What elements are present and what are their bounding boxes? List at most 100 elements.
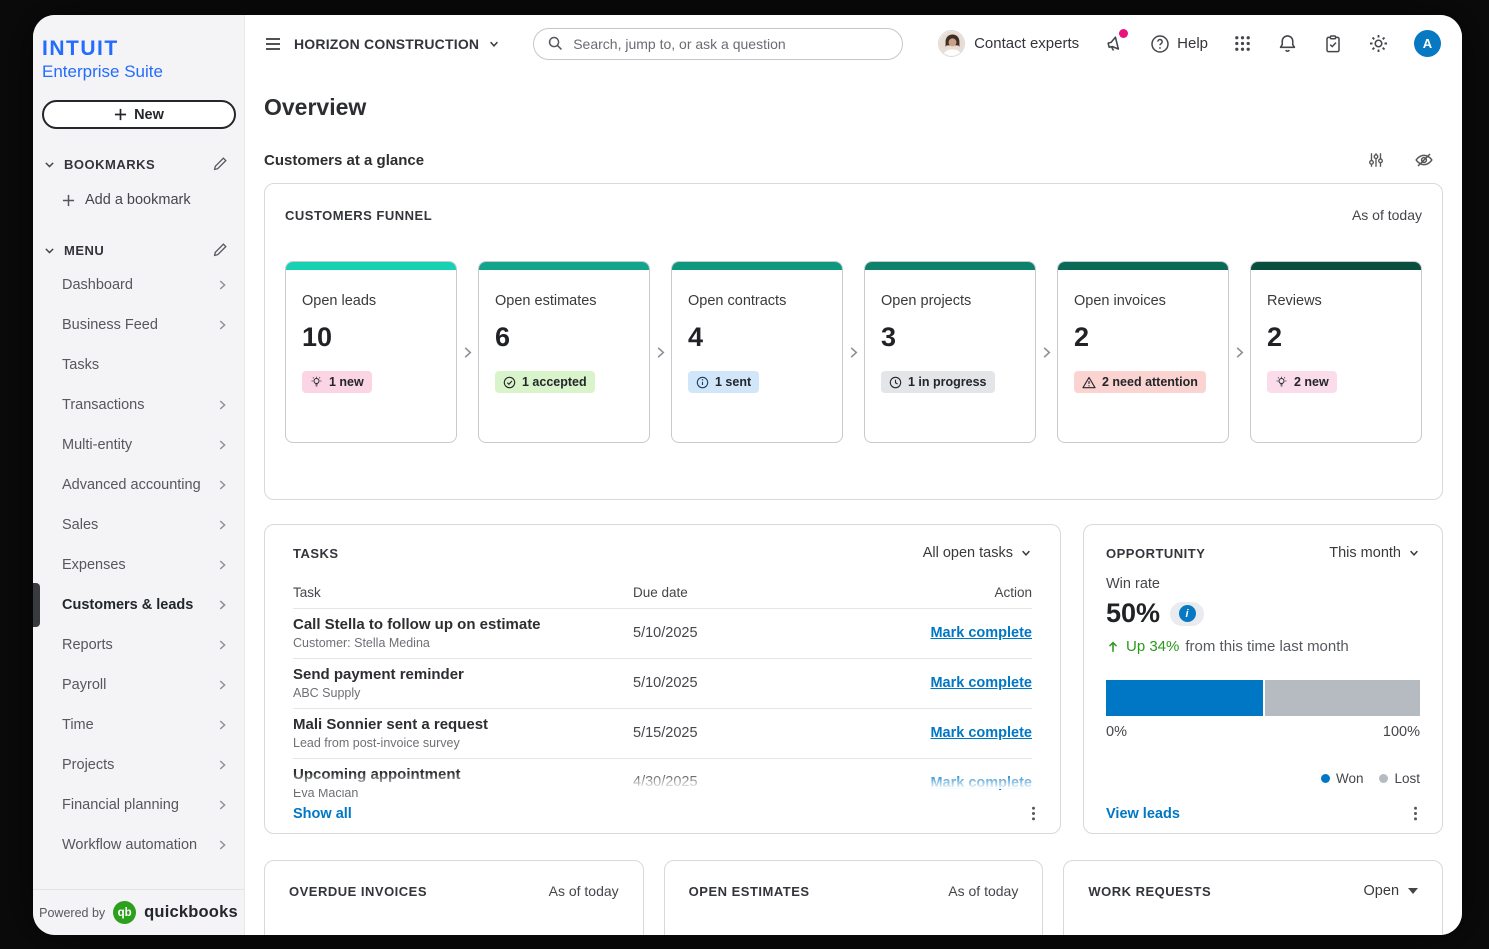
user-avatar[interactable]: A	[1414, 30, 1441, 57]
funnel-card-reviews[interactable]: Reviews 2 2 new	[1250, 261, 1422, 443]
status-badge: 1 in progress	[881, 371, 995, 393]
sidebar-item-customers-leads[interactable]: Customers & leads	[33, 585, 244, 625]
page-title: Overview	[264, 94, 1443, 121]
info-icon[interactable]: i	[1170, 602, 1204, 626]
sidebar-item-transactions[interactable]: Transactions	[33, 385, 244, 425]
menu-header[interactable]: MENU	[33, 239, 244, 261]
edit-menu-icon[interactable]	[212, 242, 228, 258]
customers-funnel-card: CUSTOMERS FUNNEL As of today Open leads …	[264, 183, 1443, 500]
chevron-right-icon	[215, 278, 229, 292]
sidebar-item-multi-entity[interactable]: Multi-entity	[33, 425, 244, 465]
sidebar-item-financial-planning[interactable]: Financial planning	[33, 785, 244, 825]
tasks-clipboard-icon[interactable]	[1323, 34, 1343, 54]
funnel-card-open-leads[interactable]: Open leads 10 1 new	[285, 261, 457, 443]
task-row[interactable]: Call Stella to follow up on estimateCust…	[293, 608, 1032, 658]
chevron-down-icon	[488, 38, 500, 50]
app-window: INTUIT Enterprise Suite New BOOKMARKS Ad…	[33, 15, 1462, 935]
apps-grid-icon[interactable]	[1233, 34, 1252, 53]
hide-eye-off-icon[interactable]	[1414, 150, 1434, 170]
sidebar-item-business-feed[interactable]: Business Feed	[33, 305, 244, 345]
company-switcher[interactable]: HORIZON CONSTRUCTION	[294, 36, 500, 52]
chevron-right-icon	[215, 798, 229, 812]
chevron-right-icon	[215, 478, 229, 492]
task-row[interactable]: Mali Sonnier sent a requestLead from pos…	[293, 708, 1032, 758]
section-title: Customers at a glance	[264, 152, 424, 169]
funnel-as-of: As of today	[1352, 207, 1422, 223]
tasks-card: TASKS All open tasks Task Due date Actio…	[264, 524, 1061, 834]
sidebar-item-advanced-accounting[interactable]: Advanced accounting	[33, 465, 244, 505]
edit-bookmarks-icon[interactable]	[212, 156, 228, 172]
notifications-bell-icon[interactable]	[1277, 33, 1298, 54]
chevron-right-icon	[460, 345, 475, 360]
tasks-table-header: Task Due date Action	[293, 576, 1032, 608]
tasks-filter-dropdown[interactable]: All open tasks	[923, 545, 1032, 561]
sidebar-item-projects[interactable]: Projects	[33, 745, 244, 785]
contact-experts-button[interactable]: Contact experts	[938, 30, 1079, 57]
opportunity-title: OPPORTUNITY	[1106, 546, 1205, 561]
work-requests-filter-dropdown[interactable]: Open	[1364, 883, 1418, 899]
sidebar-item-reports[interactable]: Reports	[33, 625, 244, 665]
chevron-down-icon	[43, 158, 56, 171]
status-badge: 1 sent	[688, 371, 759, 393]
show-all-link[interactable]: Show all	[293, 806, 352, 822]
quickbooks-logo-icon: qb	[113, 901, 136, 924]
sidebar-item-payroll[interactable]: Payroll	[33, 665, 244, 705]
mark-complete-link[interactable]: Mark complete	[930, 675, 1032, 691]
help-button[interactable]: Help	[1150, 34, 1208, 54]
sidebar-menu: Dashboard Business Feed Tasks Transactio…	[33, 265, 244, 865]
brand-logo: INTUIT Enterprise Suite	[33, 15, 244, 82]
task-row[interactable]: Upcoming appointmentEva Macian 4/30/2025…	[293, 758, 1032, 799]
new-button[interactable]: New	[42, 100, 236, 129]
chevron-right-icon	[215, 398, 229, 412]
opportunity-filter-dropdown[interactable]: This month	[1329, 545, 1420, 561]
sidebar-item-workflow-automation[interactable]: Workflow automation	[33, 825, 244, 865]
view-leads-link[interactable]: View leads	[1106, 806, 1180, 822]
chevron-down-icon	[43, 244, 56, 257]
global-search[interactable]	[533, 28, 903, 60]
tasks-table: Task Due date Action Call Stella to foll…	[293, 576, 1032, 799]
chevron-right-icon	[215, 318, 229, 332]
lost-bar-segment	[1265, 680, 1420, 716]
funnel-card-open-contracts[interactable]: Open contracts 4 1 sent	[671, 261, 843, 443]
search-input[interactable]	[573, 36, 889, 52]
question-circle-icon	[1150, 34, 1170, 54]
settings-gear-icon[interactable]	[1368, 33, 1389, 54]
sidebar-item-tasks[interactable]: Tasks	[33, 345, 244, 385]
kebab-menu-icon[interactable]	[1407, 805, 1424, 822]
chevron-right-icon	[215, 718, 229, 732]
sidebar-item-expenses[interactable]: Expenses	[33, 545, 244, 585]
status-badge: 2 new	[1267, 371, 1337, 393]
chevron-right-icon	[653, 345, 668, 360]
add-bookmark-button[interactable]: Add a bookmark	[33, 185, 244, 215]
hamburger-menu-icon[interactable]	[263, 34, 283, 54]
task-row[interactable]: Send payment reminderABC Supply 5/10/202…	[293, 658, 1032, 708]
sidebar-item-time[interactable]: Time	[33, 705, 244, 745]
chevron-right-icon	[215, 438, 229, 452]
kebab-menu-icon[interactable]	[1025, 805, 1042, 822]
won-dot-icon	[1321, 774, 1330, 783]
enterprise-suite-label: Enterprise Suite	[42, 62, 234, 82]
sidebar-item-dashboard[interactable]: Dashboard	[33, 265, 244, 305]
customize-sliders-icon[interactable]	[1367, 151, 1385, 169]
mark-complete-link[interactable]: Mark complete	[930, 725, 1032, 741]
tasks-title: TASKS	[293, 546, 339, 561]
mark-complete-link[interactable]: Mark complete	[930, 625, 1032, 641]
funnel-cards: Open leads 10 1 new Open estimates 6	[285, 261, 1422, 443]
mark-complete-link[interactable]: Mark complete	[930, 775, 1032, 791]
funnel-card-open-estimates[interactable]: Open estimates 6 1 accepted	[478, 261, 650, 443]
funnel-card-open-projects[interactable]: Open projects 3 1 in progress	[864, 261, 1036, 443]
sidebar-item-sales[interactable]: Sales	[33, 505, 244, 545]
check-circle-icon	[503, 376, 516, 389]
bookmarks-header[interactable]: BOOKMARKS	[33, 153, 244, 175]
funnel-card-open-invoices[interactable]: Open invoices 2 2 need attention	[1057, 261, 1229, 443]
chevron-right-icon	[215, 678, 229, 692]
win-rate-delta: Up 34% from this time last month	[1106, 638, 1420, 655]
announcements-icon[interactable]	[1104, 33, 1125, 54]
topbar: HORIZON CONSTRUCTION Contact experts	[245, 15, 1462, 72]
win-rate-bar-chart	[1106, 680, 1420, 716]
info-circle-icon	[696, 376, 709, 389]
intuit-logo: INTUIT	[42, 37, 234, 61]
chevron-right-icon	[215, 558, 229, 572]
status-badge: 1 accepted	[495, 371, 595, 393]
overdue-invoices-card: OVERDUE INVOICES As of today	[264, 860, 644, 935]
